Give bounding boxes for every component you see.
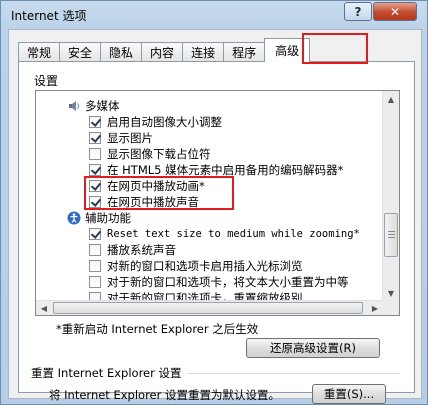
category-accessibility: 辅助功能 (67, 210, 131, 226)
setting-label: 播放系统声音 (107, 243, 176, 257)
scroll-right-icon[interactable]: ▶ (367, 301, 383, 315)
checkbox-checked[interactable] (89, 132, 101, 144)
setting-play-system-sounds[interactable]: 播放系统声音 (89, 242, 176, 258)
grip-line (388, 237, 395, 238)
tab-security[interactable]: 安全 (59, 42, 102, 62)
setting-label: 显示图像下载占位符 (107, 147, 211, 161)
tab-privacy[interactable]: 隐私 (100, 42, 143, 62)
settings-group-label: 设置 (34, 74, 59, 88)
dialog-title: Internet 选项 (11, 9, 87, 23)
tab-programs[interactable]: 程序 (223, 42, 266, 62)
scroll-down-icon[interactable]: ▼ (383, 285, 399, 301)
checkbox-checked[interactable] (89, 116, 101, 128)
accessibility-icon (67, 211, 81, 225)
help-button[interactable]: ? (344, 2, 372, 21)
setting-label: Reset text size to medium while zooming* (107, 228, 360, 240)
reset-description: 将 Internet Explorer 设置重置为默认设置。 (49, 388, 281, 402)
setting-reset-text-size[interactable]: Reset text size to medium while zooming* (89, 226, 360, 242)
settings-items: 多媒体 启用自动图像大小调整 显示图片 显示图像下载占位符 在 HTML5 媒体… (36, 91, 383, 301)
category-label: 辅助功能 (85, 211, 131, 225)
restore-advanced-settings-button[interactable]: 还原高级设置(R) (246, 338, 380, 358)
scroll-up-icon[interactable]: ▲ (383, 91, 399, 107)
setting-label: 对于新的窗口和选项卡，将文本大小重置为中等 (107, 275, 349, 289)
tab-strip: 常规 安全 隐私 内容 连接 程序 高级 (18, 38, 311, 62)
multimedia-icon (69, 101, 79, 111)
scroll-left-icon[interactable]: ◀ (36, 301, 52, 315)
setting-reset-text-size-new-windows[interactable]: 对于新的窗口和选项卡，将文本大小重置为中等 (89, 274, 349, 290)
setting-show-pictures[interactable]: 显示图片 (89, 130, 153, 146)
tab-connections[interactable]: 连接 (182, 42, 225, 62)
group-divider (187, 373, 399, 374)
setting-label: 对新的窗口和选项卡启用插入光标浏览 (107, 259, 303, 273)
tab-content[interactable]: 内容 (141, 42, 184, 62)
advanced-panel: 设置 多媒体 启用自动图像大小调整 显示图片 显示图像下载占位符 在 HTML5… (18, 61, 415, 404)
checkbox-unchecked[interactable] (89, 260, 101, 272)
setting-show-image-placeholders[interactable]: 显示图像下载占位符 (89, 146, 211, 162)
advanced-tab-highlight (302, 33, 368, 64)
checkbox-unchecked[interactable] (89, 244, 101, 256)
reset-group-title: 重置 Internet Explorer 设置 (31, 366, 182, 380)
close-button[interactable]: ✕ (373, 2, 417, 21)
vertical-scrollbar[interactable]: ▲ ▼ (382, 91, 399, 301)
scroll-thumb[interactable] (53, 302, 363, 314)
setting-label: 显示图片 (107, 131, 153, 145)
checkbox-checked[interactable] (89, 164, 101, 176)
tab-general[interactable]: 常规 (18, 42, 61, 62)
setting-auto-resize-images[interactable]: 启用自动图像大小调整 (89, 114, 222, 130)
setting-label: 启用自动图像大小调整 (107, 115, 222, 129)
media-settings-highlight (84, 176, 234, 210)
checkbox-checked[interactable] (89, 228, 101, 240)
category-label: 多媒体 (85, 99, 120, 113)
restart-note: *重新启动 Internet Explorer 之后生效 (56, 322, 259, 336)
horizontal-scrollbar[interactable]: ◀ ▶ (36, 300, 383, 315)
category-multimedia: 多媒体 (67, 98, 120, 114)
scrollbar-corner (382, 300, 399, 315)
scroll-thumb[interactable] (384, 213, 398, 257)
grip-line (388, 234, 395, 235)
dialog-body: 常规 安全 隐私 内容 连接 程序 高级 设置 多媒体 启用自动图像大小调整 显… (8, 29, 422, 404)
reset-button[interactable]: 重置(S)... (312, 384, 386, 404)
checkbox-unchecked[interactable] (89, 148, 101, 160)
internet-options-dialog: Internet 选项 ? ✕ 常规 安全 隐私 内容 连接 程序 高级 设置 (0, 0, 428, 405)
setting-caret-browsing[interactable]: 对新的窗口和选项卡启用插入光标浏览 (89, 258, 303, 274)
grip-line (388, 231, 395, 232)
checkbox-unchecked[interactable] (89, 276, 101, 288)
settings-list[interactable]: 多媒体 启用自动图像大小调整 显示图片 显示图像下载占位符 在 HTML5 媒体… (35, 90, 400, 316)
